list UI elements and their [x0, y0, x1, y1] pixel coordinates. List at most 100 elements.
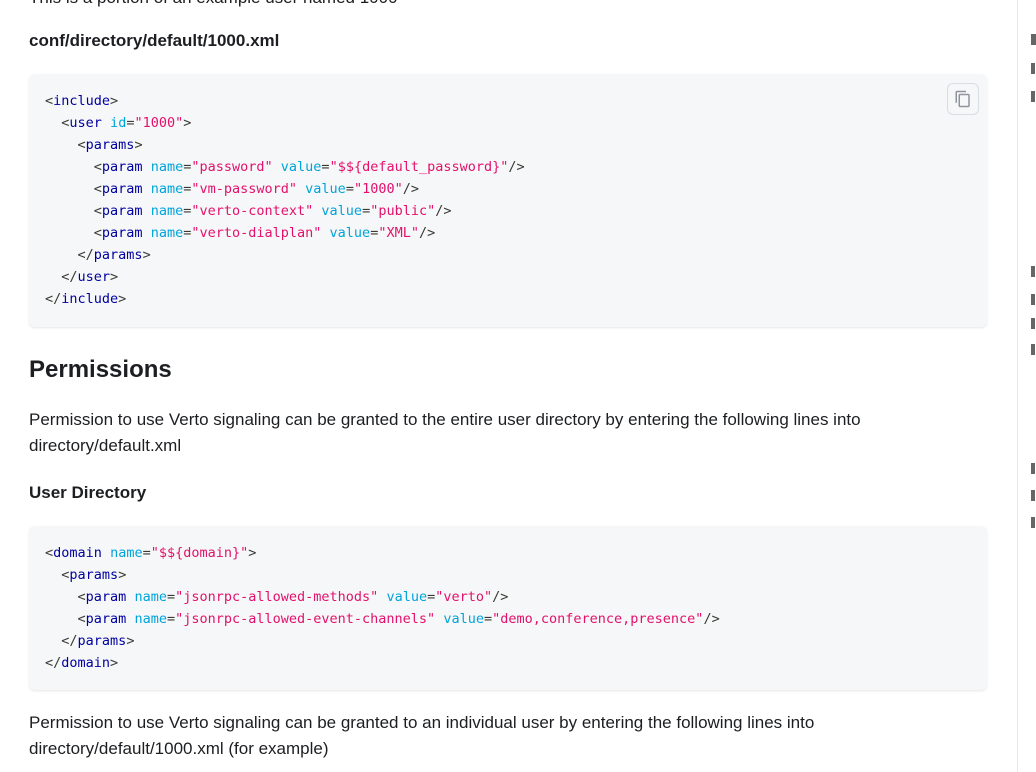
file-title: conf/directory/default/1000.xml	[29, 31, 280, 50]
code-token: value	[321, 203, 363, 219]
code-token: =	[427, 589, 436, 605]
code-token: "verto"	[435, 589, 493, 605]
code-token: "verto-dialplan"	[191, 225, 322, 241]
copy-button[interactable]	[947, 83, 979, 115]
code-token: =	[142, 545, 151, 561]
code-token: value	[329, 225, 371, 241]
toc-fragment	[1031, 266, 1035, 277]
code-token: param	[85, 589, 127, 605]
code-token: name	[110, 545, 143, 561]
code-token: >	[110, 269, 119, 285]
code-line: <domain name="$${domain}">	[45, 542, 987, 564]
paragraph-individual-user: Permission to use Verto signaling can be…	[29, 713, 815, 758]
code-token: params	[69, 567, 119, 583]
code-token: "XML"	[378, 225, 419, 241]
code-token: "demo,conference,presence"	[492, 611, 704, 627]
code-token: />	[508, 159, 525, 175]
code-token: <	[93, 159, 102, 175]
code-token: "1000"	[353, 181, 403, 197]
toc-fragment	[1031, 294, 1035, 305]
code-token: param	[101, 203, 143, 219]
toc-fragment	[1031, 517, 1035, 528]
code-token: param	[101, 225, 143, 241]
code-line: <params>	[45, 564, 987, 586]
code-token: name	[150, 159, 184, 175]
code-token: include	[61, 291, 119, 307]
code-token: params	[77, 633, 127, 649]
code-line: <param name="verto-context" value="publi…	[45, 200, 987, 222]
code-block-user: <include> <user id="1000"> <params> <par…	[29, 74, 987, 327]
toc-fragment	[1031, 91, 1035, 102]
code-token: params	[85, 137, 135, 153]
code-token: </	[61, 269, 78, 285]
code-token: <	[93, 181, 102, 197]
code-token: id	[110, 115, 127, 131]
code-token: />	[703, 611, 720, 627]
code-token: user	[69, 115, 102, 131]
code-line: <params>	[45, 134, 987, 156]
code-token: domain	[61, 655, 111, 671]
code-token: "vm-password"	[191, 181, 298, 197]
code-token: <	[77, 589, 86, 605]
code-token: domain	[53, 545, 102, 561]
code-line: <param name="verto-dialplan" value="XML"…	[45, 222, 987, 244]
code-token: "$${domain}"	[150, 545, 249, 561]
code-token: =	[166, 611, 176, 627]
code-token: name	[134, 611, 167, 627]
code-token: <	[77, 611, 86, 627]
code-token: <	[45, 545, 54, 561]
code-token: >	[118, 567, 127, 583]
code-token: "public"	[370, 203, 436, 219]
code-token: param	[101, 159, 143, 175]
code-token: =	[321, 159, 330, 175]
code-token: </	[45, 655, 62, 671]
code-token: >	[110, 655, 119, 671]
toc-divider	[1017, 0, 1018, 772]
code-line: <param name="jsonrpc-allowed-methods" va…	[45, 586, 987, 608]
code-line: <param name="vm-password" value="1000"/>	[45, 178, 987, 200]
code-token: </	[61, 633, 78, 649]
code-token: >	[118, 291, 127, 307]
code-token: param	[85, 611, 127, 627]
code-token: param	[101, 181, 143, 197]
code-token: =	[362, 203, 371, 219]
code-line: <param name="jsonrpc-allowed-event-chann…	[45, 608, 987, 630]
code-token: <	[77, 137, 86, 153]
code-token: value	[280, 159, 322, 175]
code-token: params	[93, 247, 143, 263]
code-line: <user id="1000">	[45, 112, 987, 134]
code-token: >	[248, 545, 257, 561]
section-heading-permissions: Permissions	[29, 356, 172, 383]
code-token: />	[402, 181, 419, 197]
code-line: <param name="password" value="$${default…	[45, 156, 987, 178]
code-token: name	[150, 225, 184, 241]
code-token: "1000"	[134, 115, 184, 131]
code-line: </params>	[45, 244, 987, 266]
code-token: =	[166, 589, 176, 605]
code-line: </include>	[45, 288, 987, 310]
code-block-domain: <domain name="$${domain}"> <params> <par…	[29, 526, 987, 690]
subheading-user-directory: User Directory	[29, 483, 147, 502]
code-token: =	[483, 611, 493, 627]
code-content: <domain name="$${domain}"> <params> <par…	[29, 526, 987, 674]
code-token: value	[386, 589, 428, 605]
code-line: </domain>	[45, 652, 987, 674]
code-token: <	[93, 203, 102, 219]
paragraph-permissions: Permission to use Verto signaling can be…	[29, 410, 861, 455]
code-token: >	[183, 115, 192, 131]
code-token: value	[305, 181, 346, 197]
code-token: </	[45, 291, 62, 307]
